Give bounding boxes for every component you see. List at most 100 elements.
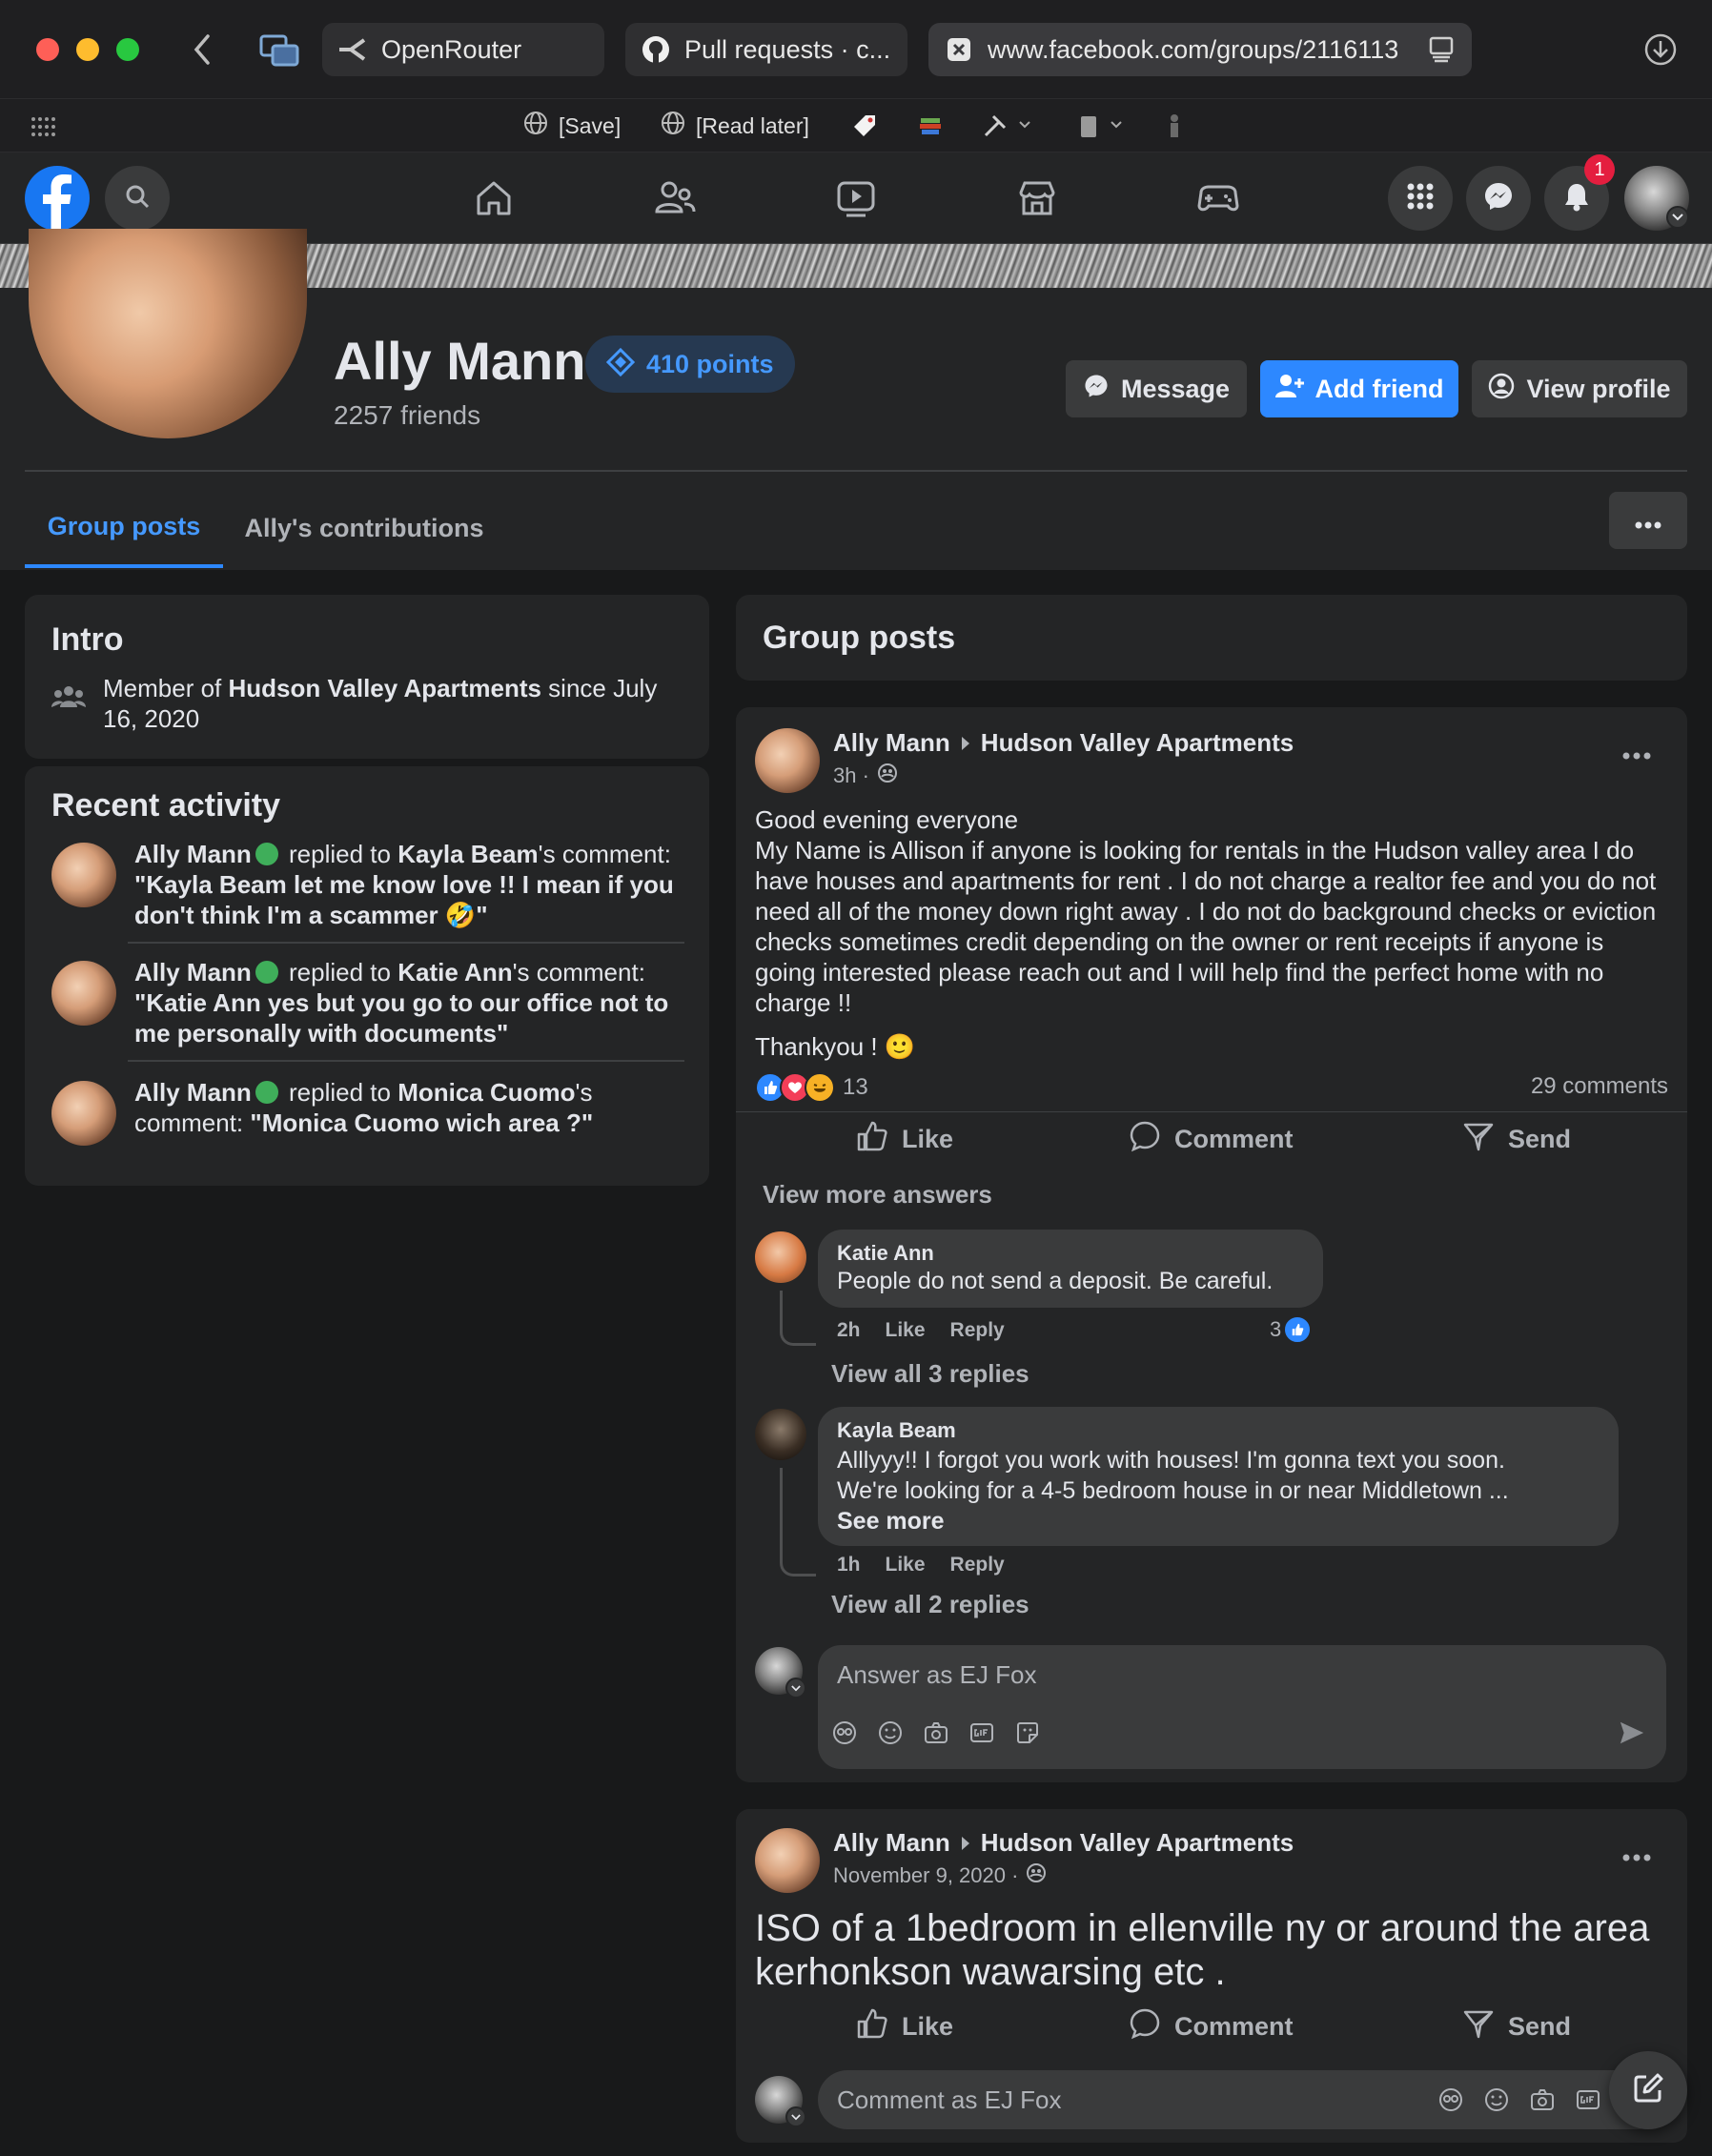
post-options-icon[interactable]: [1622, 1849, 1653, 1861]
minimize-window-button[interactable]: [76, 38, 99, 61]
comment-like-link[interactable]: Like: [886, 1319, 926, 1342]
home-icon[interactable]: [469, 173, 519, 223]
comment-like-link[interactable]: Like: [886, 1554, 926, 1576]
gif-icon[interactable]: [1575, 2086, 1601, 2113]
message-button[interactable]: Message: [1066, 360, 1247, 417]
post-options-icon[interactable]: [1622, 747, 1653, 760]
activity-actor[interactable]: Ally Mann: [134, 1078, 252, 1107]
avatar-sticker-icon[interactable]: [1437, 2086, 1464, 2113]
comment-button[interactable]: Comment: [1129, 2000, 1294, 2053]
friends-icon[interactable]: [650, 173, 700, 223]
post-author[interactable]: Ally Mann: [833, 1828, 950, 1858]
comment-time[interactable]: 2h: [837, 1319, 861, 1342]
bookmark-books-icon[interactable]: [917, 109, 944, 143]
comment-reply-link[interactable]: Reply: [950, 1319, 1005, 1342]
tab-openrouter[interactable]: OpenRouter: [322, 23, 604, 76]
search-button[interactable]: [105, 166, 170, 231]
comment-time[interactable]: 1h: [837, 1554, 861, 1576]
activity-item[interactable]: Ally Mann replied to Monica Cuomo's comm…: [25, 1073, 709, 1165]
facebook-logo-icon[interactable]: [25, 166, 90, 231]
comment-input[interactable]: Comment as EJ Fox: [818, 2070, 1666, 2129]
comments-count[interactable]: 29 comments: [1531, 1073, 1668, 1100]
menu-button[interactable]: [1388, 166, 1453, 231]
group-link[interactable]: Hudson Valley Apartments: [229, 674, 541, 702]
marketplace-icon[interactable]: [1012, 173, 1062, 223]
add-friend-button[interactable]: Add friend: [1260, 360, 1458, 417]
commenter-avatar[interactable]: [755, 1231, 806, 1283]
activity-target[interactable]: Katie Ann: [397, 958, 512, 986]
emoji-icon[interactable]: [1483, 2086, 1510, 2113]
activity-actor[interactable]: Ally Mann: [134, 840, 252, 868]
action-label: Comment: [1174, 2011, 1294, 2041]
view-profile-button[interactable]: View profile: [1472, 360, 1687, 417]
messenger-button[interactable]: [1466, 166, 1531, 231]
bookmark-person-icon[interactable]: [1165, 109, 1184, 143]
activity-actor[interactable]: Ally Mann: [134, 958, 252, 986]
post-group[interactable]: Hudson Valley Apartments: [981, 728, 1294, 758]
comment-author[interactable]: Katie Ann: [837, 1241, 1304, 1266]
avatar-chevron-icon[interactable]: [785, 1678, 806, 1698]
camera-icon[interactable]: [1529, 2086, 1556, 2113]
activity-text: Ally Mann replied to Kayla Beam's commen…: [134, 839, 683, 930]
watch-icon[interactable]: [831, 173, 881, 223]
sidebar-toggle-icon[interactable]: [259, 32, 299, 67]
bookmark-read-later[interactable]: [Read later]: [660, 109, 809, 143]
gaming-icon[interactable]: [1193, 173, 1243, 223]
view-more-answers[interactable]: View more answers: [763, 1180, 992, 1210]
activity-item[interactable]: Ally Mann replied to Katie Ann's comment…: [25, 953, 709, 1058]
points-badge[interactable]: 410 points: [585, 336, 795, 393]
sticker-icon[interactable]: [1014, 1719, 1041, 1746]
download-icon[interactable]: [1643, 32, 1678, 67]
activity-target[interactable]: Kayla Beam: [397, 840, 538, 868]
url-text[interactable]: www.facebook.com/groups/2116113: [988, 35, 1413, 65]
bookmark-tools-icon[interactable]: [982, 109, 1031, 143]
bookmark-save[interactable]: [Save]: [522, 109, 621, 143]
more-options-button[interactable]: [1609, 492, 1687, 549]
tab-group-posts[interactable]: Group posts: [25, 488, 223, 568]
post-time[interactable]: November 9, 2020 ·: [833, 1863, 1018, 1888]
author-avatar[interactable]: [755, 1828, 820, 1893]
bookmark-tag-icon[interactable]: [850, 109, 879, 143]
post-group[interactable]: Hudson Valley Apartments: [981, 1828, 1294, 1858]
view-replies-link[interactable]: View all 2 replies: [831, 1590, 1029, 1619]
tab-contributions[interactable]: Ally's contributions: [238, 488, 490, 568]
post-author[interactable]: Ally Mann: [833, 728, 950, 758]
tab-view-icon[interactable]: [1426, 34, 1457, 65]
apps-grid-icon[interactable]: [31, 116, 55, 137]
activity-item[interactable]: Ally Mann replied to Kayla Beam's commen…: [25, 835, 709, 940]
answer-input[interactable]: Answer as EJ Fox: [818, 1645, 1666, 1769]
comment-button[interactable]: Comment: [1129, 1112, 1294, 1166]
recent-activity-title: Recent activity: [51, 787, 280, 824]
maximize-window-button[interactable]: [116, 38, 139, 61]
caret-right-icon: [960, 728, 971, 758]
comment-reply-link[interactable]: Reply: [950, 1554, 1005, 1576]
post-time[interactable]: 3h ·: [833, 763, 869, 788]
see-more-link[interactable]: See more: [837, 1506, 1600, 1536]
reactions-summary[interactable]: 13: [755, 1071, 868, 1104]
new-message-button[interactable]: [1609, 2051, 1687, 2129]
like-button[interactable]: Like: [856, 1112, 953, 1166]
tab-facebook[interactable]: www.facebook.com/groups/2116113: [928, 23, 1472, 76]
bookmark-folder-icon[interactable]: [1077, 109, 1127, 143]
like-button[interactable]: Like: [856, 2000, 953, 2053]
author-avatar[interactable]: [755, 728, 820, 793]
send-button[interactable]: Send: [1462, 1112, 1571, 1166]
activity-target[interactable]: Monica Cuomo: [397, 1078, 575, 1107]
comment-author[interactable]: Kayla Beam: [837, 1418, 1600, 1443]
commenter-avatar[interactable]: [755, 1409, 806, 1460]
account-chevron-icon[interactable]: [1666, 206, 1689, 229]
view-replies-link[interactable]: View all 3 replies: [831, 1359, 1029, 1389]
tab-label: Group posts: [47, 511, 201, 540]
camera-icon[interactable]: [923, 1719, 949, 1746]
back-icon[interactable]: [189, 32, 217, 67]
gif-icon[interactable]: [968, 1719, 995, 1746]
tab-pull-requests[interactable]: Pull requests · c...: [625, 23, 907, 76]
emoji-icon[interactable]: [877, 1719, 904, 1746]
friends-count[interactable]: 2257 friends: [334, 400, 480, 431]
close-window-button[interactable]: [36, 38, 59, 61]
send-comment-icon[interactable]: [1619, 1719, 1645, 1746]
send-button[interactable]: Send: [1462, 2000, 1571, 2053]
comment-likes[interactable]: 3: [1270, 1315, 1313, 1344]
avatar-chevron-icon[interactable]: [785, 2106, 806, 2127]
avatar-sticker-icon[interactable]: [831, 1719, 858, 1746]
